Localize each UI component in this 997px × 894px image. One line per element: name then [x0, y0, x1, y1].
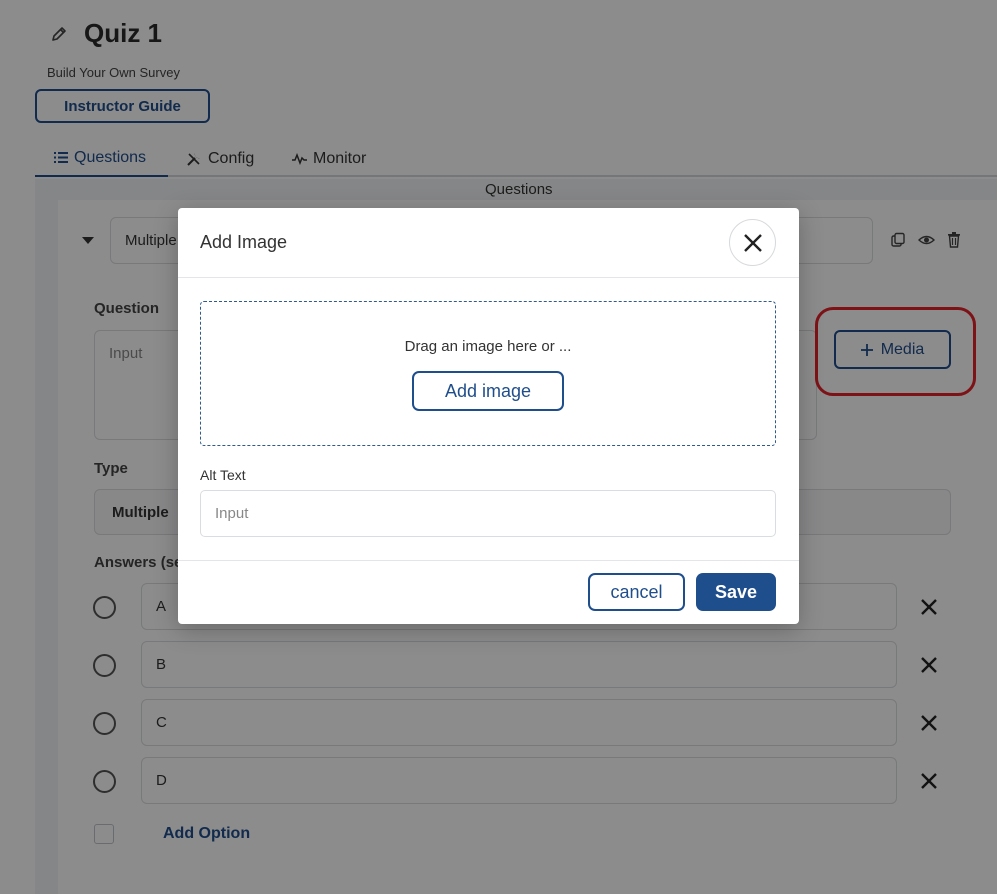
image-dropzone[interactable]: Drag an image here or ... Add image — [200, 301, 776, 446]
add-image-dialog: Add Image Drag an image here or ... Add … — [178, 208, 799, 624]
cancel-button[interactable]: cancel — [588, 573, 685, 611]
alt-text-label: Alt Text — [200, 467, 246, 483]
close-dialog-button[interactable] — [729, 219, 776, 266]
dialog-header: Add Image — [178, 208, 799, 278]
save-button[interactable]: Save — [696, 573, 776, 611]
dialog-title: Add Image — [200, 232, 288, 252]
close-icon — [743, 233, 762, 252]
dialog-footer-divider — [178, 560, 799, 561]
dropzone-text: Drag an image here or ... — [404, 338, 572, 355]
alt-text-input[interactable] — [200, 490, 776, 537]
add-image-button[interactable]: Add image — [412, 371, 564, 411]
